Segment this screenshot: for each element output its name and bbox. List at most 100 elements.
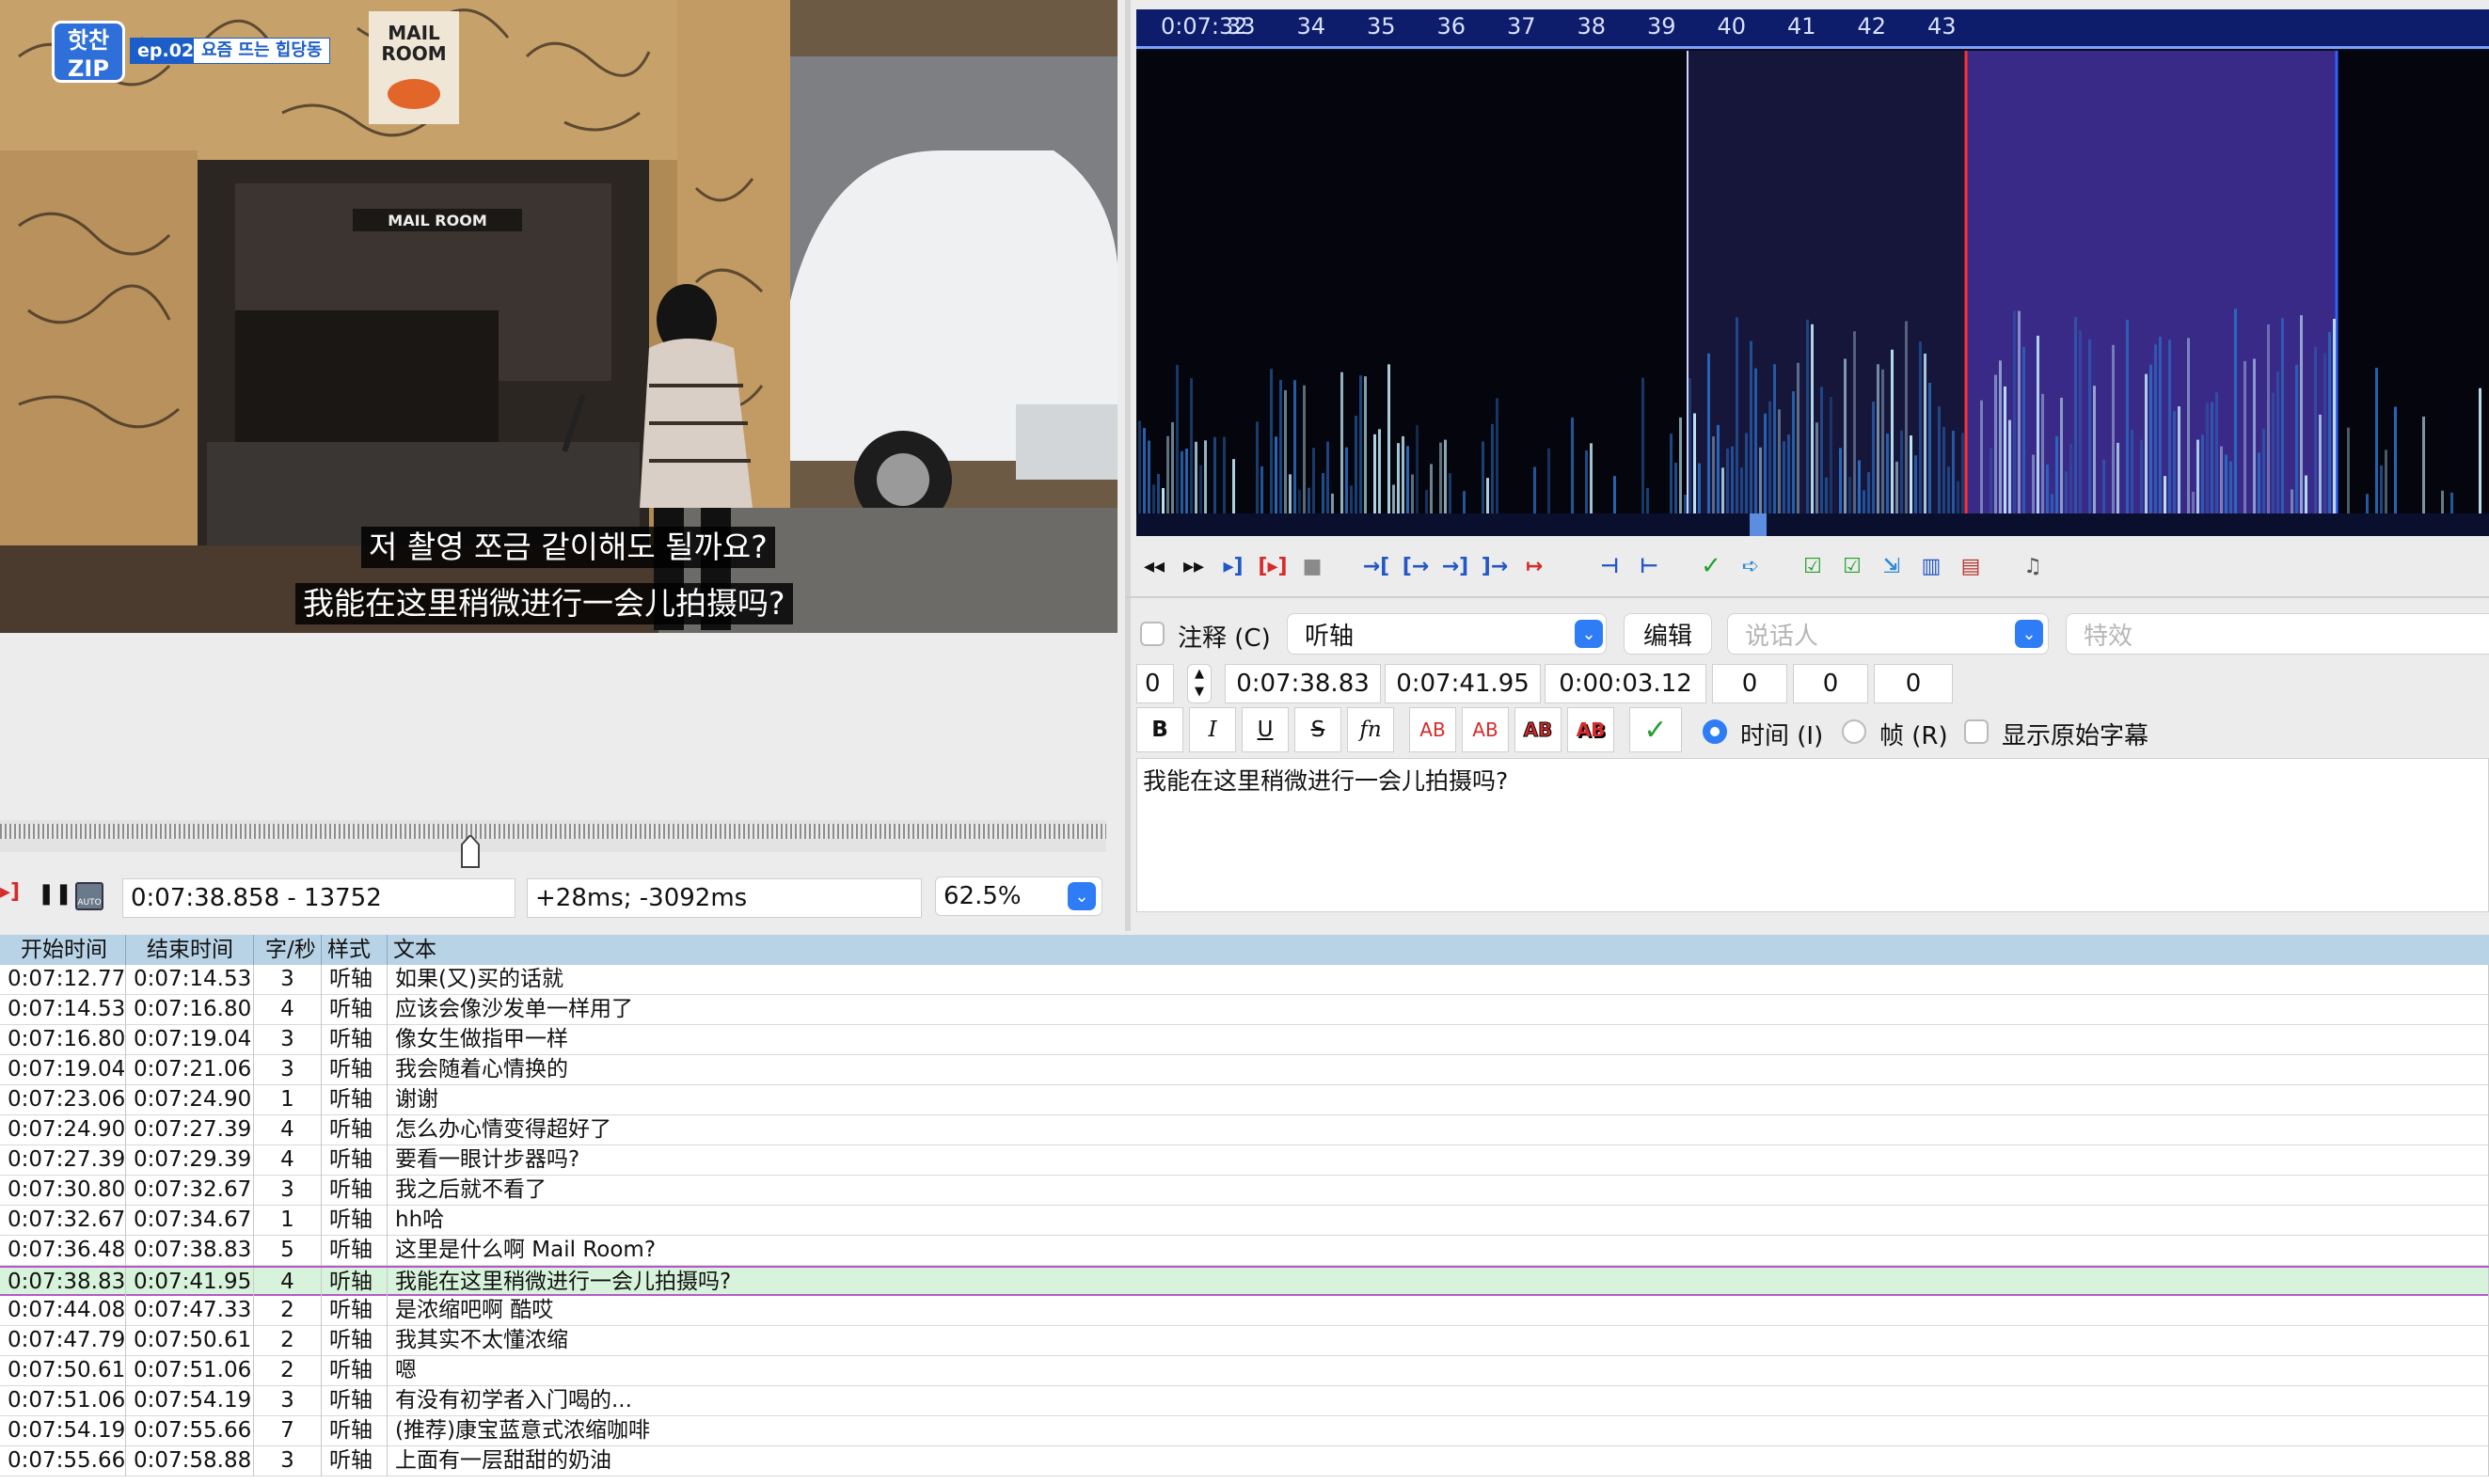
splitter[interactable] (1125, 0, 1131, 931)
cell-text: 应该会像沙发单一样用了 (388, 995, 2489, 1025)
table-row[interactable]: 0:07:32.67 0:07:34.67 1 听轴 hh哈 (0, 1206, 2489, 1236)
table-row[interactable]: 0:07:44.08 0:07:47.33 2 听轴 是浓缩吧啊 酷哎 (0, 1296, 2489, 1326)
play-current-line-icon[interactable]: [▸] (1255, 545, 1291, 587)
spectrogram-band (2380, 465, 2383, 513)
spectrogram-band (2328, 332, 2331, 513)
time-radio[interactable] (1703, 719, 1727, 744)
comment-checkbox[interactable] (1140, 622, 1165, 646)
layer-stepper[interactable]: ▲ ▼ (1187, 664, 1212, 703)
stop-icon[interactable]: ■ (1294, 545, 1330, 587)
commit-check-button[interactable]: ✓ (1629, 707, 1682, 752)
video-offset-readout[interactable]: +28ms; -3092ms (527, 878, 922, 918)
strikeout-button[interactable]: S (1294, 707, 1341, 752)
seek-thumb[interactable] (460, 833, 481, 869)
table-row[interactable]: 0:07:24.90 0:07:27.39 4 听轴 怎么办心情变得超好了 (0, 1115, 2489, 1145)
auto-commit-icon[interactable]: ☑ (1795, 545, 1831, 587)
cell-text: 要看一眼计步器吗? (388, 1145, 2489, 1176)
video-preview[interactable]: MAIL ROOM MAIL ROOM 핫찬 ZIP ep.02 요즘 뜨는 힙… (0, 0, 1118, 633)
audio-spectrogram[interactable]: 0:07:32 33 34 35 36 37 38 39 40 41 42 43 (1136, 9, 2489, 536)
table-row[interactable]: 0:07:16.80 0:07:19.04 3 听轴 像女生做指甲一样 (0, 1025, 2489, 1055)
video-seek-bar[interactable] (0, 820, 1106, 852)
spectrogram-band (2093, 386, 2096, 513)
duration-field[interactable]: 0:00:03.12 (1545, 664, 1706, 703)
table-row[interactable]: 0:07:50.61 0:07:51.06 2 听轴嗯 (0, 1356, 2489, 1386)
style-select[interactable]: 听轴 (1287, 613, 1607, 655)
layer-field[interactable]: 0 (1136, 664, 1174, 703)
table-row[interactable]: 0:07:23.06 0:07:24.90 1 听轴 谢谢 (0, 1085, 2489, 1115)
next-line-icon[interactable]: ▸▸ (1176, 545, 1212, 587)
spectrogram-canvas[interactable] (1136, 51, 2489, 513)
style-dropdown-chevron-icon[interactable]: ⌄ (1575, 620, 1603, 648)
cell-text: (推荐)康宝蓝意式浓缩咖啡 (388, 1416, 2489, 1446)
table-row[interactable]: 0:07:47.79 0:07:50.61 2 听轴 我其实不太懂浓缩 (0, 1326, 2489, 1356)
spectrum-mode-icon[interactable]: ▥ (1913, 545, 1949, 587)
spectrogram-band (1787, 434, 1790, 513)
frame-radio[interactable] (1842, 719, 1866, 744)
header-end-time[interactable]: 结束时间 (126, 935, 254, 965)
italic-button[interactable]: I (1189, 707, 1236, 752)
lead-in-icon[interactable]: ⊣ (1592, 545, 1627, 587)
table-row[interactable]: 0:07:55.66 0:07:58.88 3 听轴 上面有一层甜甜的奶油 (0, 1446, 2489, 1476)
pause-icon[interactable]: ❚❚ (38, 882, 72, 906)
underline-button[interactable]: U (1242, 707, 1289, 752)
auto-scroll-audio-icon[interactable]: ⇲ (1874, 545, 1910, 587)
show-original-checkbox[interactable] (1964, 719, 1989, 744)
play-before-start-icon[interactable]: →[ (1358, 545, 1394, 587)
spectrogram-band (1350, 485, 1353, 513)
table-row[interactable]: 0:07:19.04 0:07:21.06 3 听轴 我会随着心情换的 (0, 1055, 2489, 1085)
spectrogram-band (1806, 319, 1809, 513)
header-cps[interactable]: 字/秒 (254, 935, 322, 965)
start-time-field[interactable]: 0:07:38.83 (1225, 664, 1381, 703)
bold-button[interactable]: B (1136, 707, 1183, 752)
auto-scroll-icon[interactable]: AUTO (75, 882, 103, 910)
video-position-readout[interactable]: 0:07:38.858 - 13752 (122, 878, 515, 918)
play-selection-icon[interactable]: ▸] (1215, 545, 1251, 587)
spectrogram-band (2206, 403, 2209, 513)
table-row[interactable]: 0:07:14.53 0:07:16.80 4 听轴 应该会像沙发单一样用了 (0, 995, 2489, 1025)
play-to-end-icon[interactable]: ▸] (0, 880, 20, 914)
play-before-end-icon[interactable]: →] (1437, 545, 1473, 587)
header-text[interactable]: 文本 (388, 935, 2489, 965)
spectrogram-band (1736, 317, 1738, 513)
secondary-color-button[interactable]: AB (1462, 707, 1509, 752)
lead-out-icon[interactable]: ⊢ (1631, 545, 1667, 587)
outline-color-button[interactable]: AB (1514, 707, 1562, 752)
table-row[interactable]: 0:07:51.06 0:07:54.19 3 听轴 有没有初学者入门喝的... (0, 1386, 2489, 1416)
table-row[interactable]: 0:07:12.77 0:07:14.53 3 听轴 如果(又)买的话就 (0, 965, 2489, 995)
margin-left-field[interactable]: 0 (1712, 664, 1787, 703)
table-row[interactable]: 0:07:30.80 0:07:32.67 3 听轴 我之后就不看了 (0, 1176, 2489, 1206)
play-to-end-icon-2[interactable]: ↦ (1516, 545, 1552, 587)
play-after-start-icon[interactable]: [→ (1398, 545, 1434, 587)
speaker-dropdown-chevron-icon[interactable]: ⌄ (2015, 620, 2043, 648)
margin-vertical-field[interactable]: 0 (1874, 664, 1953, 703)
spectrogram-band (2149, 364, 2152, 513)
time-ruler[interactable]: 0:07:32 33 34 35 36 37 38 39 40 41 42 43 (1136, 9, 2489, 49)
shadow-color-button[interactable]: AB (1567, 707, 1614, 752)
header-start-time[interactable]: 开始时间 (0, 935, 126, 965)
effect-field[interactable]: 特效 (2066, 613, 2489, 655)
ruler-tick-label: 39 (1647, 13, 1676, 39)
commit-check-icon[interactable]: ✓ (1693, 545, 1729, 587)
karaoke-mode-icon[interactable]: ▤ (1953, 545, 1989, 587)
go-to-next-icon[interactable]: ➪ (1733, 545, 1768, 587)
margin-right-field[interactable]: 0 (1793, 664, 1868, 703)
chevron-down-icon[interactable]: ⌄ (1068, 882, 1096, 910)
header-style[interactable]: 样式 (322, 935, 388, 965)
waveform-scrollbar[interactable] (1136, 513, 2489, 536)
audio-settings-icon[interactable]: ♫ (2015, 545, 2051, 587)
table-row[interactable]: 0:07:27.39 0:07:29.39 4 听轴 要看一眼计步器吗? (0, 1145, 2489, 1176)
table-row[interactable]: 0:07:54.19 0:07:55.66 7 听轴 (推荐)康宝蓝意式浓缩咖啡 (0, 1416, 2489, 1446)
table-row[interactable]: 0:07:36.48 0:07:38.83 5 听轴 这里是什么啊 Mail Room? (0, 1236, 2489, 1266)
table-row-selected[interactable]: 0:07:38.83 0:07:41.95 4 听轴 我能在这里稍微进行一会儿拍摄吗? (0, 1266, 2489, 1298)
primary-color-button[interactable]: AB (1409, 707, 1456, 752)
previous-line-icon[interactable]: ◂◂ (1136, 545, 1172, 587)
font-button[interactable]: fn (1347, 707, 1394, 752)
spectrogram-band (1430, 464, 1433, 513)
subtitle-text-editor[interactable]: 我能在这里稍微进行一会儿拍摄吗? (1136, 758, 2489, 912)
auto-next-icon[interactable]: ☑ (1834, 545, 1870, 587)
subtitle-grid[interactable]: 开始时间 结束时间 字/秒 样式 文本 0:07:12.77 0:07:14.53… (0, 935, 2489, 1484)
speaker-select[interactable]: 说话人 (1727, 613, 2049, 655)
play-after-end-icon[interactable]: ]→ (1477, 545, 1513, 587)
end-time-field[interactable]: 0:07:41.95 (1385, 664, 1541, 703)
edit-style-button[interactable]: 编辑 (1624, 613, 1712, 655)
